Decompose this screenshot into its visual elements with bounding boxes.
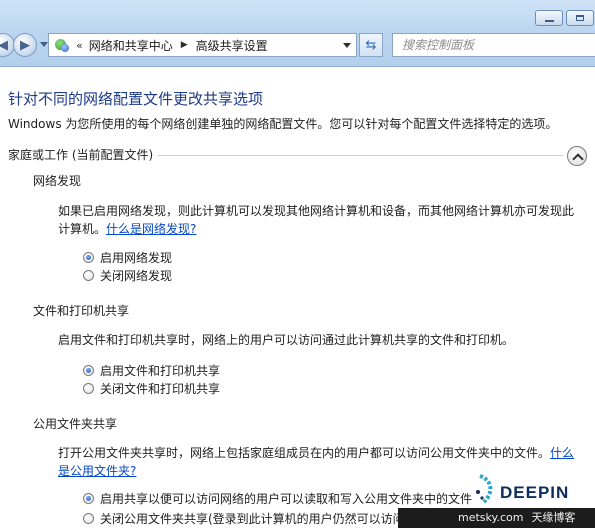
section-network-discovery-description: 如果已启用网络发现，则此计算机可以发现其他网络计算机和设备，而其他网络计算机亦可… — [58, 204, 575, 236]
page-title: 针对不同的网络配置文件更改共享选项 — [8, 90, 264, 108]
section-file-printer-heading: 文件和打印机共享 — [33, 304, 130, 318]
network-globe-icon — [54, 37, 70, 53]
breadcrumb-network-center[interactable]: 网络和共享中心 — [89, 37, 173, 54]
address-bar[interactable]: « 网络和共享中心 ▶ 高级共享设置 — [48, 33, 357, 57]
minimize-button[interactable] — [535, 10, 563, 26]
window-title-bar: ◀ ▶ « 网络和共享中心 ▶ 高级共享设置 ⇆ 搜索控制面板 — [0, 0, 595, 67]
refresh-icon: ⇆ — [365, 37, 377, 53]
radio-enable-file-printer-sharing[interactable]: 启用文件和打印机共享 — [83, 362, 220, 379]
collapse-chevron-up-icon[interactable] — [567, 146, 587, 166]
breadcrumb-separator-icon[interactable]: ▶ — [181, 40, 188, 50]
deepin-logo-icon — [476, 474, 493, 504]
radio-label: 关闭网络发现 — [100, 269, 173, 283]
watermark-name: 天缘博客 — [531, 511, 576, 524]
breadcrumb-advanced-sharing[interactable]: 高级共享设置 — [196, 37, 268, 54]
radio-unselected-icon[interactable] — [83, 383, 94, 394]
search-input[interactable]: 搜索控制面板 — [392, 33, 595, 57]
radio-label: 启用网络发现 — [100, 251, 173, 265]
watermark-bar: metsky.com 天缘博客 — [398, 508, 595, 528]
section-public-folder-heading: 公用文件夹共享 — [33, 417, 118, 431]
watermark-brand: DEEPIN — [500, 483, 570, 502]
breadcrumb-overflow[interactable]: « — [76, 39, 83, 52]
radio-label: 启用共享以便可以访问网络的用户可以读取和写入公用文件夹中的文件 — [100, 492, 473, 506]
watermark-url: metsky.com — [458, 511, 524, 524]
group-divider — [158, 155, 563, 156]
radio-disable-network-discovery[interactable]: 关闭网络发现 — [83, 267, 172, 284]
maximize-icon — [576, 15, 584, 21]
forward-button[interactable]: ▶ — [13, 33, 37, 57]
radio-label: 关闭文件和打印机共享 — [100, 382, 221, 396]
what-is-network-discovery-link[interactable]: 什么是网络发现? — [106, 222, 196, 236]
minimize-icon — [544, 19, 554, 22]
maximize-button[interactable] — [566, 10, 594, 26]
back-arrow-icon: ◀ — [0, 37, 8, 53]
radio-selected-icon[interactable] — [83, 365, 94, 376]
radio-enable-network-discovery[interactable]: 启用网络发现 — [83, 249, 172, 266]
radio-enable-public-folder-sharing[interactable]: 启用共享以便可以访问网络的用户可以读取和写入公用文件夹中的文件 — [83, 490, 472, 507]
address-dropdown-icon[interactable] — [343, 43, 351, 48]
section-public-folder-description: 打开公用文件夹共享时，网络上包括家庭组成员在内的用户都可以访问公用文件夹中的文件… — [58, 446, 575, 478]
forward-arrow-icon: ▶ — [20, 37, 30, 53]
profile-group-title: 家庭或工作 (当前配置文件) — [8, 148, 154, 162]
section-network-discovery-heading: 网络发现 — [33, 174, 82, 188]
radio-label: 启用文件和打印机共享 — [100, 364, 221, 378]
radio-unselected-icon[interactable] — [83, 513, 94, 524]
radio-selected-icon[interactable] — [83, 252, 94, 263]
section-file-printer-description: 启用文件和打印机共享时，网络上的用户可以访问通过此计算机共享的文件和打印机。 — [58, 333, 515, 347]
recent-pages-dropdown[interactable] — [40, 42, 48, 47]
radio-selected-icon[interactable] — [83, 493, 94, 504]
radio-unselected-icon[interactable] — [83, 270, 94, 281]
refresh-button[interactable]: ⇆ — [359, 33, 383, 57]
radio-disable-file-printer-sharing[interactable]: 关闭文件和打印机共享 — [83, 380, 220, 397]
page-intro: Windows 为您所使用的每个网络创建单独的网络配置文件。您可以针对每个配置文… — [8, 117, 558, 131]
